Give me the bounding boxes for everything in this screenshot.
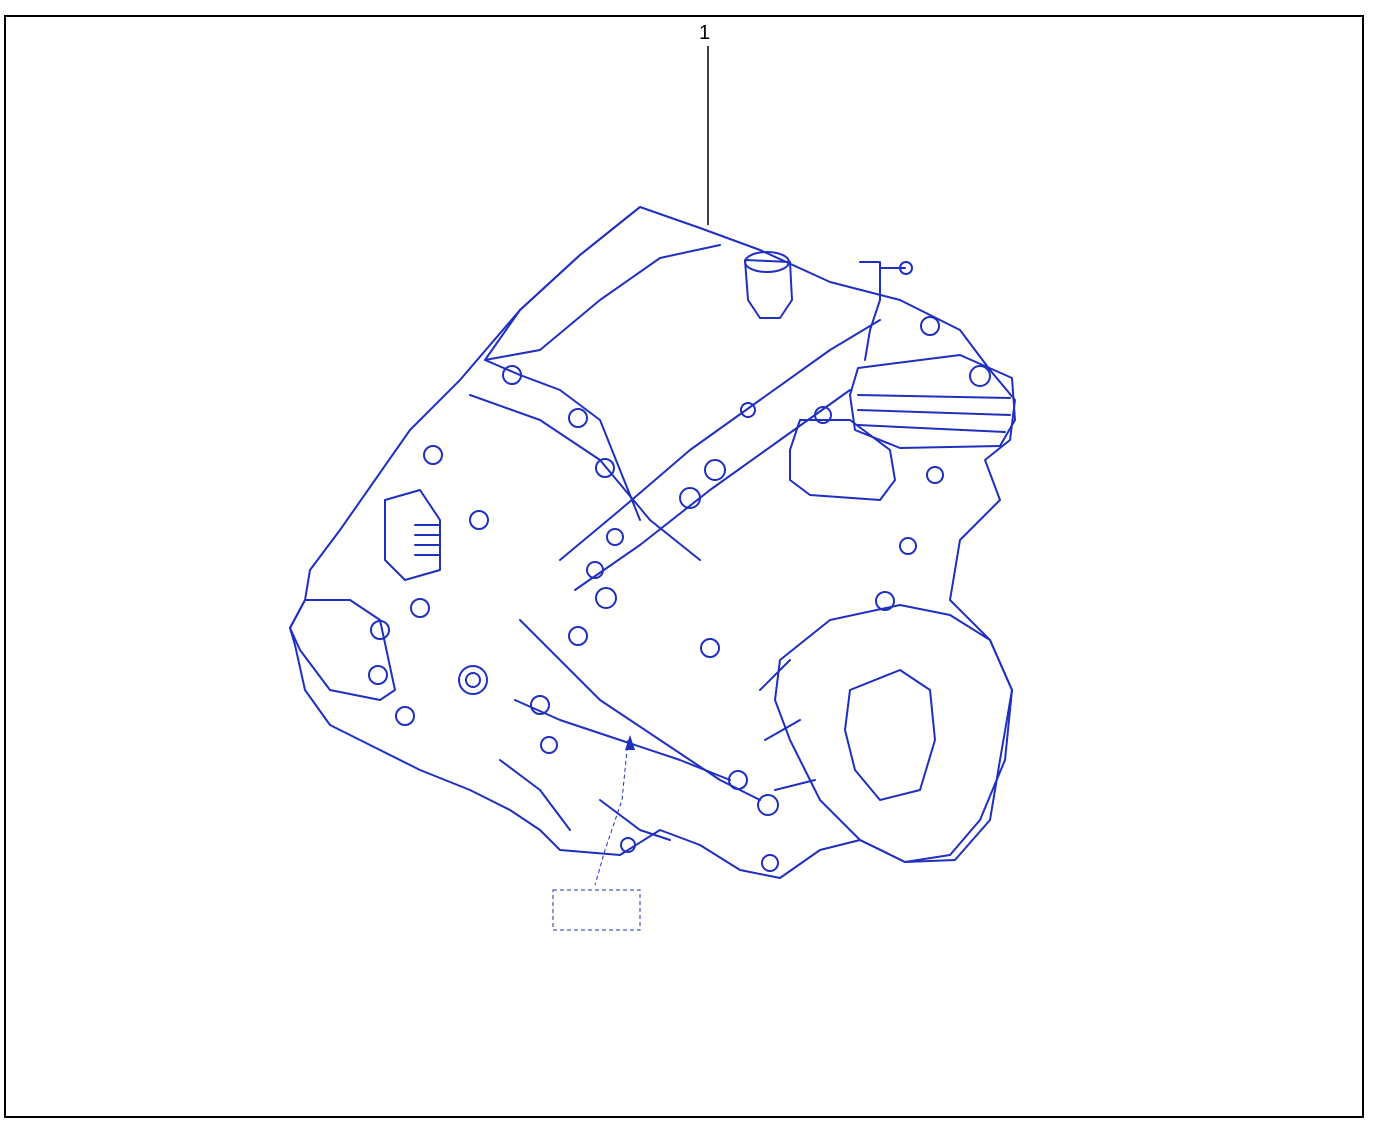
gearbox-icon [289,206,1016,879]
gearbox-drawing [289,46,1016,931]
reference-marker [552,739,641,931]
